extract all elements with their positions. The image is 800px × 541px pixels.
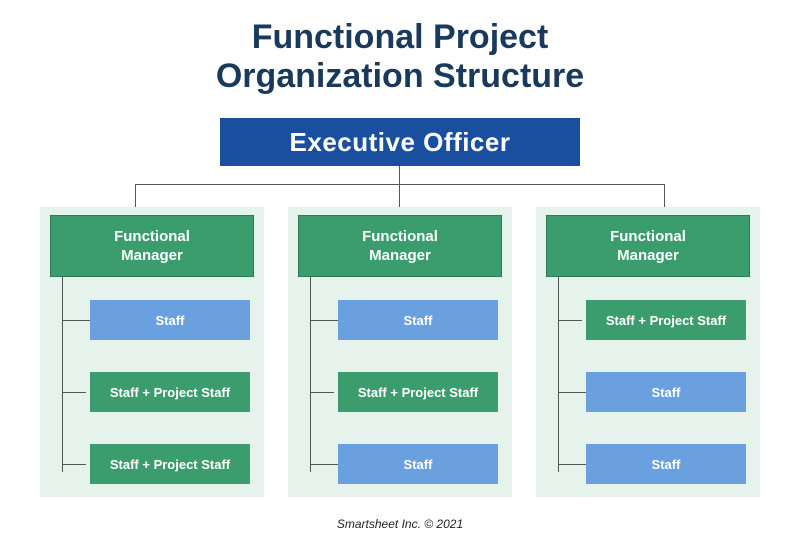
manager-label-line1: Functional: [610, 227, 686, 247]
connector-line: [62, 320, 90, 321]
staff-node: Staff: [586, 372, 746, 412]
connector-line: [310, 277, 311, 472]
connector-line: [310, 464, 338, 465]
staff-project-node: Staff + Project Staff: [86, 440, 254, 488]
staff-label: Staff: [156, 313, 185, 328]
staff-project-node: Staff + Project Staff: [334, 368, 502, 416]
connector-line: [135, 184, 665, 185]
staff-label: Staff: [652, 385, 681, 400]
functional-manager-node: Functional Manager: [546, 215, 750, 277]
staff-label: Staff: [404, 313, 433, 328]
staff-label: Staff: [652, 457, 681, 472]
staff-node: Staff: [90, 300, 250, 340]
connector-line: [664, 184, 665, 207]
staff-label: Staff + Project Staff: [110, 385, 230, 400]
staff-node: Staff: [338, 300, 498, 340]
staff-node: Staff: [586, 444, 746, 484]
manager-label-line1: Functional: [114, 227, 190, 247]
manager-label-line2: Manager: [617, 246, 679, 266]
connector-line: [62, 277, 63, 472]
diagram-title: Functional Project Organization Structur…: [0, 0, 800, 96]
footer-text: Smartsheet Inc. © 2021: [337, 517, 463, 531]
manager-label-line2: Manager: [121, 246, 183, 266]
manager-label-line1: Functional: [362, 227, 438, 247]
connector-line: [399, 166, 400, 184]
functional-manager-node: Functional Manager: [50, 215, 254, 277]
staff-label: Staff + Project Staff: [606, 313, 726, 328]
staff-project-node: Staff + Project Staff: [582, 296, 750, 344]
staff-label: Staff + Project Staff: [110, 457, 230, 472]
staff-project-node: Staff + Project Staff: [86, 368, 254, 416]
staff-label: Staff: [404, 457, 433, 472]
executive-label: Executive Officer: [290, 127, 511, 158]
title-line-1: Functional Project: [252, 18, 549, 56]
manager-label-line2: Manager: [369, 246, 431, 266]
functional-manager-node: Functional Manager: [298, 215, 502, 277]
staff-label: Staff + Project Staff: [358, 385, 478, 400]
connector-line: [310, 320, 338, 321]
connector-line: [558, 277, 559, 472]
title-line-2: Organization Structure: [216, 57, 584, 95]
executive-officer-node: Executive Officer: [220, 118, 580, 166]
connector-line: [399, 184, 400, 207]
connector-line: [135, 184, 136, 207]
connector-line: [558, 392, 586, 393]
staff-node: Staff: [338, 444, 498, 484]
connector-line: [558, 464, 586, 465]
footer-attribution: Smartsheet Inc. © 2021: [0, 517, 800, 531]
